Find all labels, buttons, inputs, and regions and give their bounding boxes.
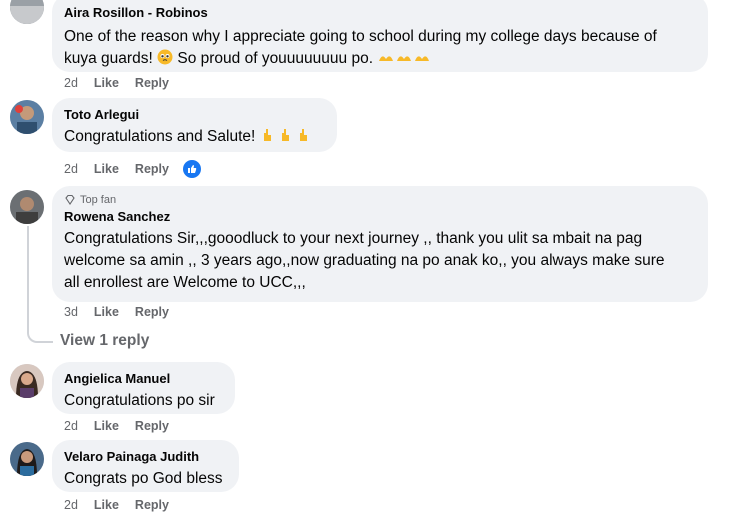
avatar-image-icon [10, 190, 44, 224]
comment-actions: 2d Like Reply [64, 76, 185, 90]
reply-button[interactable]: Reply [135, 498, 169, 512]
like-button[interactable]: Like [94, 162, 119, 176]
comment-text: Congratulations Sir,,,gooodluck to your … [64, 230, 665, 291]
avatar[interactable] [10, 364, 44, 398]
comment-bubble: Velaro Painaga Judith Congrats po God bl… [52, 440, 239, 492]
heart-hands-emoji-icon [379, 56, 430, 61]
reply-thread-line [27, 226, 53, 343]
avatar[interactable] [10, 100, 44, 134]
comment-time[interactable]: 3d [64, 305, 78, 319]
like-button[interactable]: Like [94, 498, 119, 512]
comment-text: Congratulations and Salute! [64, 126, 325, 148]
comment-bubble: Aira Rosillon - Robinos One of the reaso… [52, 0, 708, 72]
comment-text: Congratulations po sir [64, 392, 215, 409]
thumbs-up-icon [187, 165, 197, 173]
top-fan-badge: Top fan [64, 193, 696, 207]
pointing-up-emoji-icon [263, 129, 307, 141]
like-button[interactable]: Like [94, 76, 119, 90]
avatar-image-icon [10, 442, 44, 476]
comment-author[interactable]: Angielica Manuel [64, 370, 223, 387]
comment-text: Congrats po God bless [64, 470, 223, 487]
comment-time[interactable]: 2d [64, 419, 78, 433]
view-replies-link[interactable]: View 1 reply [60, 332, 149, 350]
comment-actions: 3d Like Reply [64, 305, 185, 319]
like-reaction-icon[interactable] [182, 160, 201, 178]
avatar[interactable] [10, 442, 44, 476]
diamond-icon [65, 194, 75, 205]
comment-bubble: Top fan Rowena Sanchez Congratulations S… [52, 186, 708, 302]
avatar[interactable] [10, 190, 44, 224]
avatar-image-icon [10, 364, 44, 398]
avatar-image-icon [10, 100, 44, 134]
reply-button[interactable]: Reply [135, 76, 169, 90]
comment-time[interactable]: 2d [64, 76, 78, 90]
comment-actions: 2d Like Reply [64, 419, 185, 433]
comment-author[interactable]: Velaro Painaga Judith [64, 448, 227, 465]
comment-time[interactable]: 2d [64, 162, 78, 176]
comment-actions: 2d Like Reply [64, 160, 217, 178]
like-button[interactable]: Like [94, 305, 119, 319]
avatar-image-icon [10, 0, 44, 24]
comment-author[interactable]: Toto Arlegui [64, 106, 325, 123]
comment-author[interactable]: Rowena Sanchez [64, 208, 696, 225]
comment-author[interactable]: Aira Rosillon - Robinos [64, 4, 696, 21]
comment-time[interactable]: 2d [64, 498, 78, 512]
pleading-face-emoji-icon [157, 49, 173, 65]
avatar[interactable] [10, 0, 44, 24]
reply-button[interactable]: Reply [135, 162, 169, 176]
like-button[interactable]: Like [94, 419, 119, 433]
comment-bubble: Toto Arlegui Congratulations and Salute! [52, 98, 337, 152]
comment-actions: 2d Like Reply [64, 498, 185, 512]
reply-button[interactable]: Reply [135, 305, 169, 319]
reply-button[interactable]: Reply [135, 419, 169, 433]
comment-bubble: Angielica Manuel Congratulations po sir [52, 362, 235, 414]
comment-text: One of the reason why I appreciate going… [64, 28, 657, 67]
